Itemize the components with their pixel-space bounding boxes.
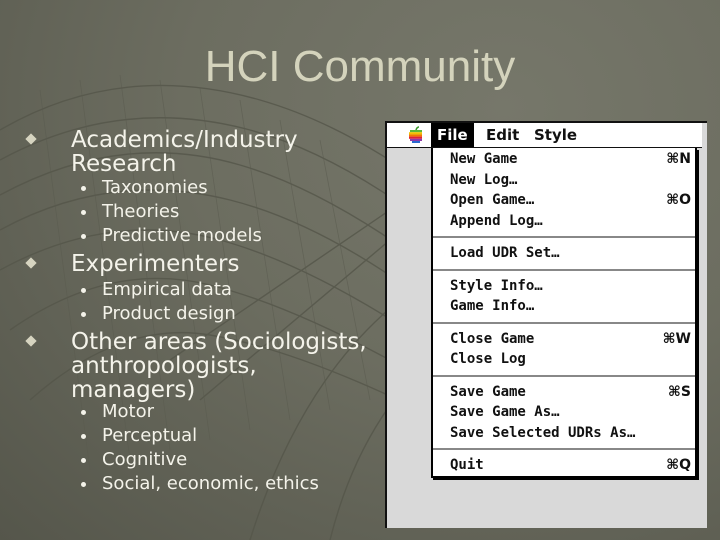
menu-item-new-log[interactable]: New Log… — [433, 170, 695, 191]
shortcut-cmd-n: ⌘N — [666, 151, 691, 167]
bullet-other-areas: Other areas (Sociologists, anthropologis… — [25, 329, 367, 403]
bullet-text-line: Experimenters — [71, 251, 240, 277]
apple-rainbow-icon[interactable] — [409, 126, 423, 143]
sub-bullet: Social, economic, ethics — [81, 472, 319, 496]
dot-bullet-icon — [81, 482, 86, 487]
diamond-bullet-icon — [25, 335, 37, 347]
sub-bullet: Product design — [81, 302, 236, 326]
slide-bullet-list: Academics/Industry Research Taxonomies T… — [0, 0, 400, 540]
sub-bullet: Empirical data — [81, 278, 232, 302]
menu-item-new-game[interactable]: New Game ⌘N — [433, 149, 695, 170]
menu-file[interactable]: File — [431, 123, 474, 147]
menu-separator — [433, 448, 695, 450]
menu-item-style-info[interactable]: Style Info… — [433, 276, 695, 297]
shortcut-cmd-q: ⌘Q — [666, 457, 691, 473]
dot-bullet-icon — [81, 288, 86, 293]
menu-item-close-game[interactable]: Close Game ⌘W — [433, 329, 695, 350]
sub-bullet: Cognitive — [81, 448, 187, 472]
dot-bullet-icon — [81, 410, 86, 415]
menu-item-game-info[interactable]: Game Info… — [433, 296, 695, 317]
menu-item-quit[interactable]: Quit ⌘Q — [433, 455, 695, 476]
menu-item-close-log[interactable]: Close Log — [433, 349, 695, 370]
bullet-text-line: Other areas (Sociologists, — [71, 329, 367, 355]
menu-item-load-udr-set[interactable]: Load UDR Set… — [433, 243, 695, 264]
bullet-experimenters: Experimenters — [25, 251, 240, 277]
menu-item-open-game[interactable]: Open Game… ⌘O — [433, 190, 695, 211]
shortcut-cmd-o: ⌘O — [666, 192, 691, 208]
menu-separator — [433, 321, 695, 324]
file-menu-dropdown: New Game ⌘N New Log… Open Game… ⌘O Append … — [431, 148, 697, 478]
menu-style[interactable]: Style — [528, 123, 583, 147]
mac-file-menu-screenshot: File Edit Style New Game ⌘N New Log… Open… — [385, 121, 707, 528]
bullet-text-line: Academics/Industry — [71, 127, 298, 153]
menu-item-append-log[interactable]: Append Log… — [433, 211, 695, 232]
menu-edit[interactable]: Edit — [480, 123, 525, 147]
menu-separator — [433, 268, 695, 271]
diamond-bullet-icon — [25, 133, 37, 145]
sub-bullet: Predictive models — [81, 224, 262, 248]
diamond-bullet-icon — [25, 257, 37, 269]
dot-bullet-icon — [81, 210, 86, 215]
sub-bullet: Perceptual — [81, 424, 197, 448]
menu-separator — [433, 374, 695, 377]
dot-bullet-icon — [81, 186, 86, 191]
shortcut-cmd-w: ⌘W — [662, 330, 691, 347]
sub-bullet: Motor — [81, 400, 154, 424]
sub-bullet: Theories — [81, 200, 179, 224]
menu-bar: File Edit Style — [387, 123, 702, 148]
bullet-text-line: Research — [71, 151, 177, 177]
bullet-academics-research: Academics/Industry Research — [25, 127, 298, 177]
shortcut-cmd-s: ⌘S — [667, 383, 691, 400]
menu-item-save-selected-udrs-as[interactable]: Save Selected UDRs As… — [433, 423, 695, 444]
dot-bullet-icon — [81, 312, 86, 317]
menu-item-save-game-as[interactable]: Save Game As… — [433, 402, 695, 423]
bullet-text-line: anthropologists, — [71, 353, 257, 379]
menu-separator — [433, 236, 695, 238]
dot-bullet-icon — [81, 458, 86, 463]
sub-bullet: Taxonomies — [81, 176, 208, 200]
dot-bullet-icon — [81, 434, 86, 439]
bullet-text-line: managers) — [71, 377, 196, 403]
menu-item-save-game[interactable]: Save Game ⌘S — [433, 382, 695, 403]
dot-bullet-icon — [81, 234, 86, 239]
